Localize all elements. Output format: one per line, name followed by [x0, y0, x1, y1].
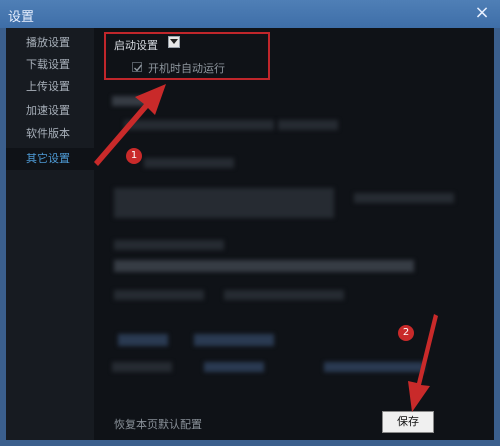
annotation-badge-1: 1 [126, 148, 142, 164]
settings-window: 设置 × 播放设置 下载设置 上传设置 加速设置 软件版本 其它设置 启动设置 [0, 0, 500, 446]
annotation-badge-2: 2 [398, 325, 414, 341]
annotation-arrows [94, 84, 438, 412]
